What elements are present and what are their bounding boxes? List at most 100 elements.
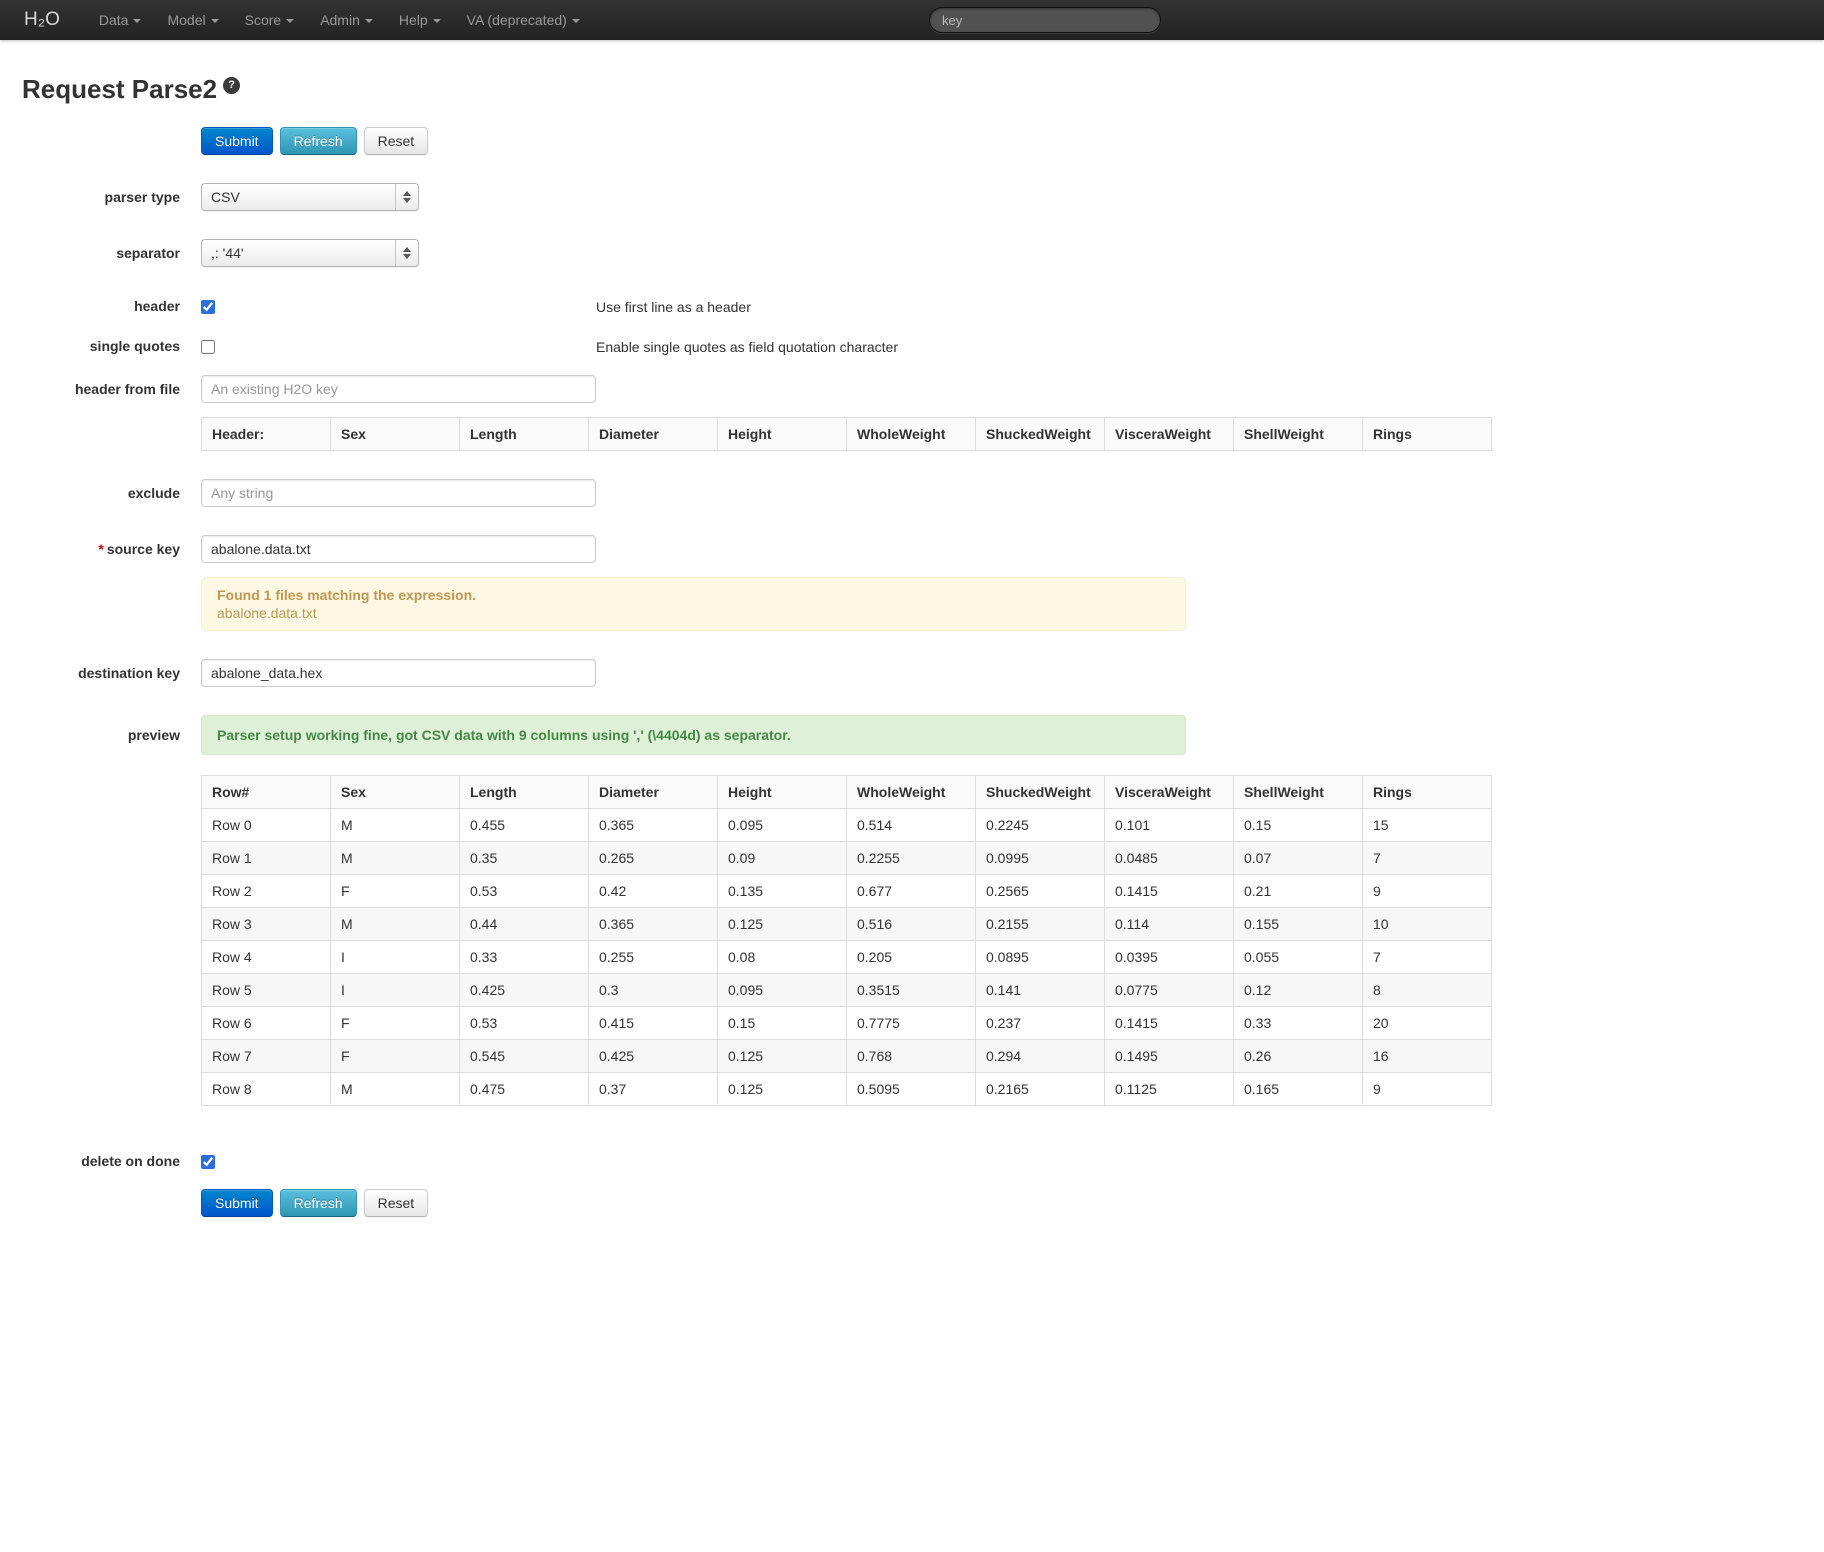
parser-type-select[interactable]: CSV <box>201 183 419 211</box>
table-cell: 0.095 <box>718 974 847 1007</box>
source-key-label-text: source key <box>107 541 180 557</box>
table-cell: 7 <box>1363 941 1492 974</box>
table-row: Row 7F0.5450.4250.1250.7680.2940.14950.2… <box>202 1040 1492 1073</box>
header-table-row: Header:SexLengthDiameterHeightWholeWeigh… <box>202 418 1492 451</box>
column-header: ShellWeight <box>1234 776 1363 809</box>
table-cell: M <box>331 1073 460 1106</box>
single-quotes-checkbox[interactable] <box>201 340 215 354</box>
table-cell: I <box>331 941 460 974</box>
table-cell: Row 0 <box>202 809 331 842</box>
nav-item-va-deprecated[interactable]: VA (deprecated) <box>454 0 593 40</box>
preview-status-alert: Parser setup working fine, got CSV data … <box>201 715 1186 755</box>
exclude-input[interactable] <box>201 479 596 507</box>
table-cell: 9 <box>1363 1073 1492 1106</box>
table-cell: Row 1 <box>202 842 331 875</box>
bottom-buttons-row: Submit Refresh Reset <box>201 1189 1824 1217</box>
single-quotes-hint: Enable single quotes as field quotation … <box>596 339 898 355</box>
table-row: Row 1M0.350.2650.090.22550.09950.04850.0… <box>202 842 1492 875</box>
table-cell: 0.53 <box>460 875 589 908</box>
destination-key-input[interactable] <box>201 659 596 687</box>
reset-button[interactable]: Reset <box>364 1189 429 1217</box>
table-cell: 0.125 <box>718 1040 847 1073</box>
submit-button[interactable]: Submit <box>201 127 273 155</box>
separator-value: ,: '44' <box>211 245 244 261</box>
help-icon[interactable]: ? <box>223 77 240 94</box>
exclude-label: exclude <box>22 479 180 507</box>
refresh-button[interactable]: Refresh <box>280 1189 357 1217</box>
top-buttons-group: Submit Refresh Reset <box>22 127 1824 155</box>
column-header: Header: <box>202 418 331 451</box>
single-quotes-label: single quotes <box>22 335 180 355</box>
source-match-alert-title: Found 1 files matching the expression. <box>217 587 1170 603</box>
table-cell: 0.09 <box>718 842 847 875</box>
table-cell: 0.0775 <box>1105 974 1234 1007</box>
column-header: Height <box>718 418 847 451</box>
nav-item-help[interactable]: Help <box>386 0 454 40</box>
table-cell: 0.135 <box>718 875 847 908</box>
header-from-file-input[interactable] <box>201 375 596 403</box>
preview-label: preview <box>22 715 180 1106</box>
header-checkbox[interactable] <box>201 300 215 314</box>
nav-item-label: Data <box>99 12 129 28</box>
search-input[interactable] <box>929 7 1161 33</box>
brand-logo[interactable]: H₂O <box>24 9 60 31</box>
table-cell: 0.425 <box>460 974 589 1007</box>
table-cell: 0.365 <box>589 809 718 842</box>
preview-group: preview Parser setup working fine, got C… <box>22 715 1824 1106</box>
parser-type-value: CSV <box>211 189 240 205</box>
chevron-down-icon <box>133 19 141 23</box>
table-row: Row 5I0.4250.30.0950.35150.1410.07750.12… <box>202 974 1492 1007</box>
table-cell: 20 <box>1363 1007 1492 1040</box>
column-header: ShuckedWeight <box>976 418 1105 451</box>
table-cell: Row 6 <box>202 1007 331 1040</box>
table-cell: M <box>331 842 460 875</box>
table-cell: Row 8 <box>202 1073 331 1106</box>
submit-button[interactable]: Submit <box>201 1189 273 1217</box>
nav-item-admin[interactable]: Admin <box>307 0 386 40</box>
page-title-text: Request Parse2 <box>22 74 217 104</box>
preview-table: Row#SexLengthDiameterHeightWholeWeightSh… <box>201 775 1492 1106</box>
source-match-alert-file: abalone.data.txt <box>217 605 1170 621</box>
table-cell: 0.3 <box>589 974 718 1007</box>
reset-button[interactable]: Reset <box>364 127 429 155</box>
table-cell: Row 5 <box>202 974 331 1007</box>
refresh-button[interactable]: Refresh <box>280 127 357 155</box>
header-from-file-label: header from file <box>22 375 180 451</box>
delete-on-done-checkbox[interactable] <box>201 1155 215 1169</box>
chevron-down-icon <box>572 19 580 23</box>
column-header: Length <box>460 776 589 809</box>
table-cell: 0.3515 <box>847 974 976 1007</box>
nav-item-label: Admin <box>320 12 360 28</box>
navbar: H₂O Data Model Score Admin Help VA (depr… <box>0 0 1824 40</box>
separator-select[interactable]: ,: '44' <box>201 239 419 267</box>
source-key-input[interactable] <box>201 535 596 563</box>
table-cell: 0.21 <box>1234 875 1363 908</box>
chevron-down-icon <box>365 19 373 23</box>
table-cell: 0.514 <box>847 809 976 842</box>
table-cell: 0.125 <box>718 1073 847 1106</box>
stepper-arrows-icon <box>395 240 418 266</box>
nav-item-data[interactable]: Data <box>86 0 155 40</box>
column-header: Row# <box>202 776 331 809</box>
separator-group: separator ,: '44' <box>22 239 1824 267</box>
table-cell: 0.155 <box>1234 908 1363 941</box>
table-cell: 0.425 <box>589 1040 718 1073</box>
header-from-file-group: header from file Header:SexLengthDiamete… <box>22 375 1824 451</box>
table-cell: 0.26 <box>1234 1040 1363 1073</box>
exclude-group: exclude <box>22 479 1824 507</box>
nav-item-score[interactable]: Score <box>232 0 308 40</box>
table-cell: 0.53 <box>460 1007 589 1040</box>
nav-item-model[interactable]: Model <box>154 0 231 40</box>
column-header: VisceraWeight <box>1105 418 1234 451</box>
table-cell: 8 <box>1363 974 1492 1007</box>
column-header: Diameter <box>589 776 718 809</box>
table-cell: 0.237 <box>976 1007 1105 1040</box>
preview-table-header-row: Row#SexLengthDiameterHeightWholeWeightSh… <box>202 776 1492 809</box>
page-content: Request Parse2? Submit Refresh Reset par… <box>0 40 1824 1217</box>
table-cell: 0.1125 <box>1105 1073 1234 1106</box>
parser-type-group: parser type CSV <box>22 183 1824 211</box>
table-cell: 0.1415 <box>1105 875 1234 908</box>
source-key-label: *source key <box>22 535 180 631</box>
column-header: WholeWeight <box>847 418 976 451</box>
table-cell: 0.42 <box>589 875 718 908</box>
